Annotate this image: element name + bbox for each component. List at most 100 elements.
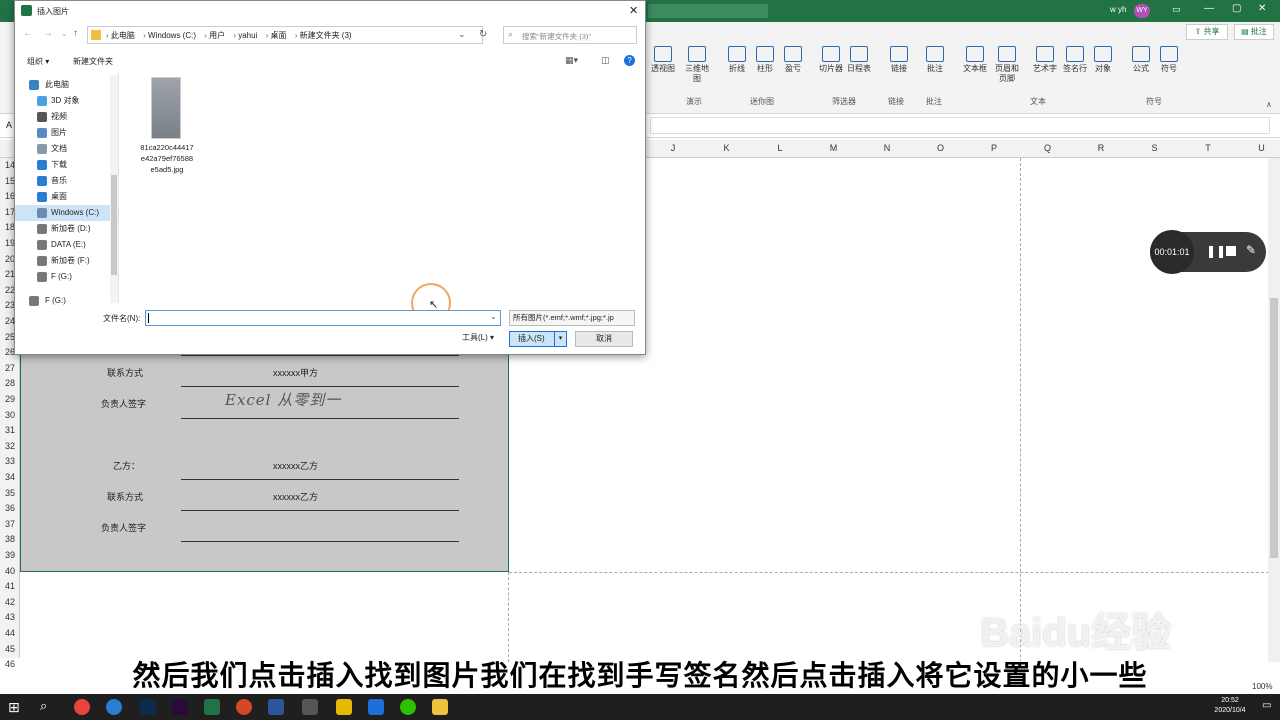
nav-item[interactable]: 图片 <box>15 125 119 141</box>
chrome-icon[interactable] <box>74 699 90 715</box>
row-header-cell[interactable]: 31 <box>0 425 20 435</box>
breadcrumb-item[interactable]: 用户 <box>209 31 225 40</box>
pen-icon[interactable]: ✎ <box>1246 243 1256 257</box>
share-button[interactable]: ⇪ 共享 <box>1186 24 1228 40</box>
column-header-cell[interactable]: S <box>1128 143 1182 153</box>
photoshop-icon[interactable] <box>140 699 156 715</box>
row-header-cell[interactable]: 27 <box>0 363 20 373</box>
column-header-cell[interactable]: T <box>1181 143 1235 153</box>
nav-item[interactable]: 新加卷 (D:) <box>15 221 119 237</box>
scrollbar-thumb[interactable] <box>1270 298 1278 558</box>
ribbon-button[interactable]: 透视图 <box>648 46 678 74</box>
back-arrow-icon[interactable]: ← <box>23 28 33 39</box>
nav-item[interactable]: 视频 <box>15 109 119 125</box>
minimize-icon[interactable]: — <box>1204 3 1214 14</box>
excel-search-box[interactable] <box>648 4 768 18</box>
preview-pane-icon[interactable]: ◫ <box>601 55 610 66</box>
breadcrumb-item[interactable]: 桌面 <box>270 31 286 40</box>
close-window-icon[interactable]: ✕ <box>1258 3 1266 14</box>
ribbon-button[interactable]: 折线 <box>722 46 752 74</box>
folder-icon[interactable] <box>432 699 448 715</box>
new-folder-button[interactable]: 新建文件夹 <box>73 56 113 67</box>
file-item[interactable]: 81ca220c44417 e42a79ef76588 e5ad5.jpg <box>133 75 201 175</box>
row-header-cell[interactable]: 41 <box>0 581 20 591</box>
filename-input[interactable]: ⌄ <box>145 310 501 326</box>
ribbon-button[interactable]: 对象 <box>1088 46 1118 74</box>
notification-icon[interactable]: ▭ <box>1262 700 1271 711</box>
breadcrumb-item[interactable]: 新建文件夹 (3) <box>300 31 352 40</box>
ribbon-button[interactable]: 链接 <box>884 46 914 74</box>
view-options-icon[interactable]: ▦▾ <box>565 55 578 66</box>
row-header-cell[interactable]: 29 <box>0 394 20 404</box>
row-header-cell[interactable]: 42 <box>0 597 20 607</box>
address-bar[interactable]: › 此电脑 › Windows (C:) › 用户 › yahui › 桌面 ›… <box>87 26 483 44</box>
row-header-cell[interactable]: 34 <box>0 472 20 482</box>
breadcrumb-item[interactable]: Windows (C:) <box>148 31 196 40</box>
row-header-cell[interactable]: 33 <box>0 456 20 466</box>
breadcrumb-separator-icon[interactable]: › <box>141 31 148 40</box>
nav-item[interactable]: 音乐 <box>15 173 119 189</box>
ribbon-button[interactable]: 三维地图 <box>682 46 712 84</box>
powerpoint-icon[interactable] <box>236 699 252 715</box>
column-header-cell[interactable]: J <box>646 143 700 153</box>
row-header-cell[interactable]: 36 <box>0 503 20 513</box>
column-header-cell[interactable]: U <box>1235 143 1280 153</box>
clock-time[interactable]: 20:52 <box>1212 697 1248 704</box>
pause-icon[interactable]: ❚❚ <box>1206 244 1226 258</box>
row-header-cell[interactable]: 43 <box>0 612 20 622</box>
nav-item[interactable]: 桌面 <box>15 189 119 205</box>
row-header-cell[interactable]: 38 <box>0 534 20 544</box>
nav-item[interactable]: F (G:) <box>15 269 119 285</box>
tools-button[interactable]: 工具(L) ▾ <box>451 331 505 347</box>
row-header-cell[interactable]: 30 <box>0 410 20 420</box>
refresh-icon[interactable]: ↻ <box>479 29 487 40</box>
nav-item[interactable]: 文档 <box>15 141 119 157</box>
column-header-cell[interactable]: R <box>1074 143 1128 153</box>
ribbon-button[interactable]: 日程表 <box>844 46 874 74</box>
comments-button[interactable]: ▤ 批注 <box>1234 24 1274 40</box>
row-header-cell[interactable]: 40 <box>0 566 20 576</box>
vertical-scrollbar[interactable] <box>1268 158 1280 662</box>
help-icon[interactable]: ? <box>624 55 635 66</box>
nav-scrollbar[interactable] <box>110 75 118 303</box>
chevron-down-icon[interactable]: ⌄ <box>458 29 466 40</box>
cancel-button[interactable]: 取消 <box>575 331 633 347</box>
breadcrumb-separator-icon[interactable]: › <box>292 31 299 40</box>
up-arrow-icon[interactable]: ↑ <box>73 28 78 39</box>
row-header-cell[interactable]: 37 <box>0 519 20 529</box>
nav-item[interactable]: 新加卷 (F:) <box>15 253 119 269</box>
organize-button[interactable]: 组织 ▾ <box>27 56 49 67</box>
scrollbar-thumb[interactable] <box>111 175 117 275</box>
ribbon-button[interactable]: 盈亏 <box>778 46 808 74</box>
ribbon-button[interactable]: 柱形 <box>750 46 780 74</box>
clock-date[interactable]: 2020/10/4 <box>1204 707 1256 714</box>
word-icon[interactable] <box>268 699 284 715</box>
ribbon-button[interactable]: 页眉和页脚 <box>992 46 1022 84</box>
maximize-icon[interactable]: ▢ <box>1232 3 1241 14</box>
avatar[interactable]: WY <box>1134 4 1150 18</box>
app-icon[interactable] <box>336 699 352 715</box>
ribbon-button[interactable]: 切片器 <box>816 46 846 74</box>
breadcrumb-item[interactable]: 此电脑 <box>111 31 135 40</box>
nav-item[interactable]: 3D 对象 <box>15 93 119 109</box>
row-header-cell[interactable]: 39 <box>0 550 20 560</box>
ribbon-button[interactable]: 签名行 <box>1060 46 1090 74</box>
ribbon-button[interactable]: 文本框 <box>960 46 990 74</box>
column-header-cell[interactable]: P <box>967 143 1021 153</box>
column-header-cell[interactable]: M <box>807 143 861 153</box>
nav-item[interactable]: F (G:) <box>15 293 119 309</box>
collapse-ribbon-icon[interactable]: ∧ <box>1266 100 1272 109</box>
windows-start-icon[interactable]: ⊞ <box>8 699 20 716</box>
row-header-cell[interactable]: 35 <box>0 488 20 498</box>
ribbon-options-icon[interactable]: ▭ <box>1172 4 1181 15</box>
insert-dropdown-icon[interactable]: ▾ <box>554 332 566 346</box>
wechat-icon[interactable] <box>400 699 416 715</box>
stop-icon[interactable] <box>1226 246 1236 256</box>
chevron-down-icon[interactable]: ⌄ <box>490 312 497 321</box>
column-header-cell[interactable]: O <box>914 143 968 153</box>
ribbon-button[interactable]: 公式 <box>1126 46 1156 74</box>
breadcrumb-item[interactable]: yahui <box>238 31 257 40</box>
column-header-cell[interactable]: K <box>700 143 754 153</box>
app-icon[interactable] <box>302 699 318 715</box>
dialog-close-button[interactable]: ✕ <box>629 4 638 17</box>
